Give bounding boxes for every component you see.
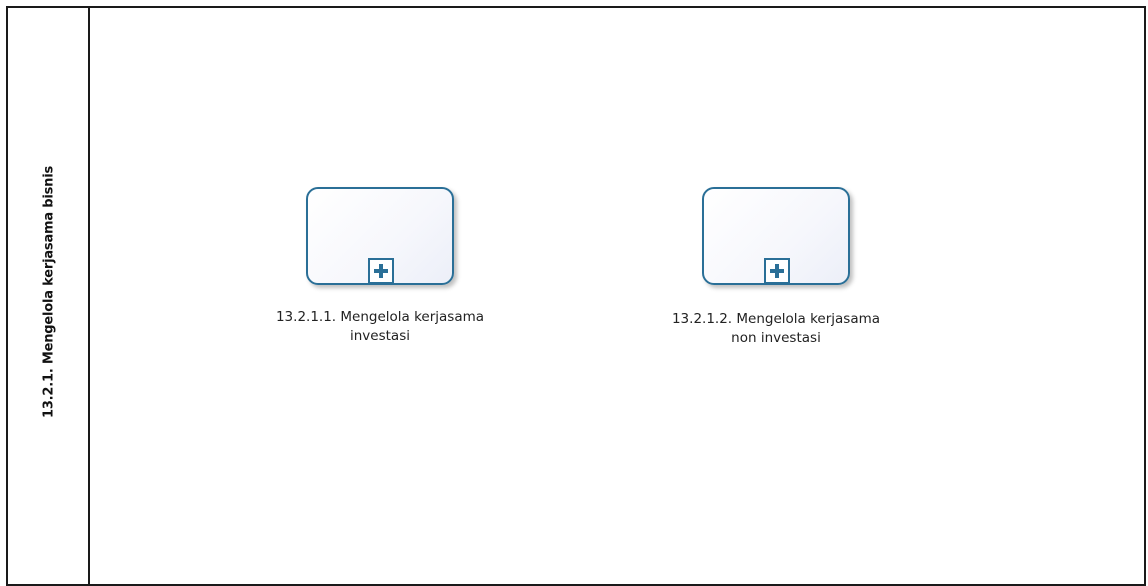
subprocess-task-investasi[interactable] — [306, 187, 454, 285]
task-label-line: investasi — [350, 328, 410, 344]
subprocess-task-non-investasi[interactable] — [702, 187, 850, 285]
expand-subprocess-marker[interactable] — [764, 258, 790, 284]
task-label-line: non investasi — [731, 330, 821, 346]
task-label-non-investasi: 13.2.1.2. Mengelola kerjasama non invest… — [636, 310, 916, 348]
lane-header: 13.2.1. Mengelola kerjasama bisnis — [8, 8, 90, 584]
task-label-line: 13.2.1.2. Mengelola kerjasama — [671, 311, 881, 327]
task-label-line: 13.2.1.1. Mengelola kerjasama — [275, 309, 485, 325]
expand-subprocess-marker[interactable] — [368, 258, 394, 284]
pool: 13.2.1. Mengelola kerjasama bisnis 13.2.… — [6, 6, 1146, 586]
task-label-investasi: 13.2.1.1. Mengelola kerjasama investasi — [240, 308, 520, 346]
lane-title: 13.2.1. Mengelola kerjasama bisnis — [41, 165, 57, 419]
